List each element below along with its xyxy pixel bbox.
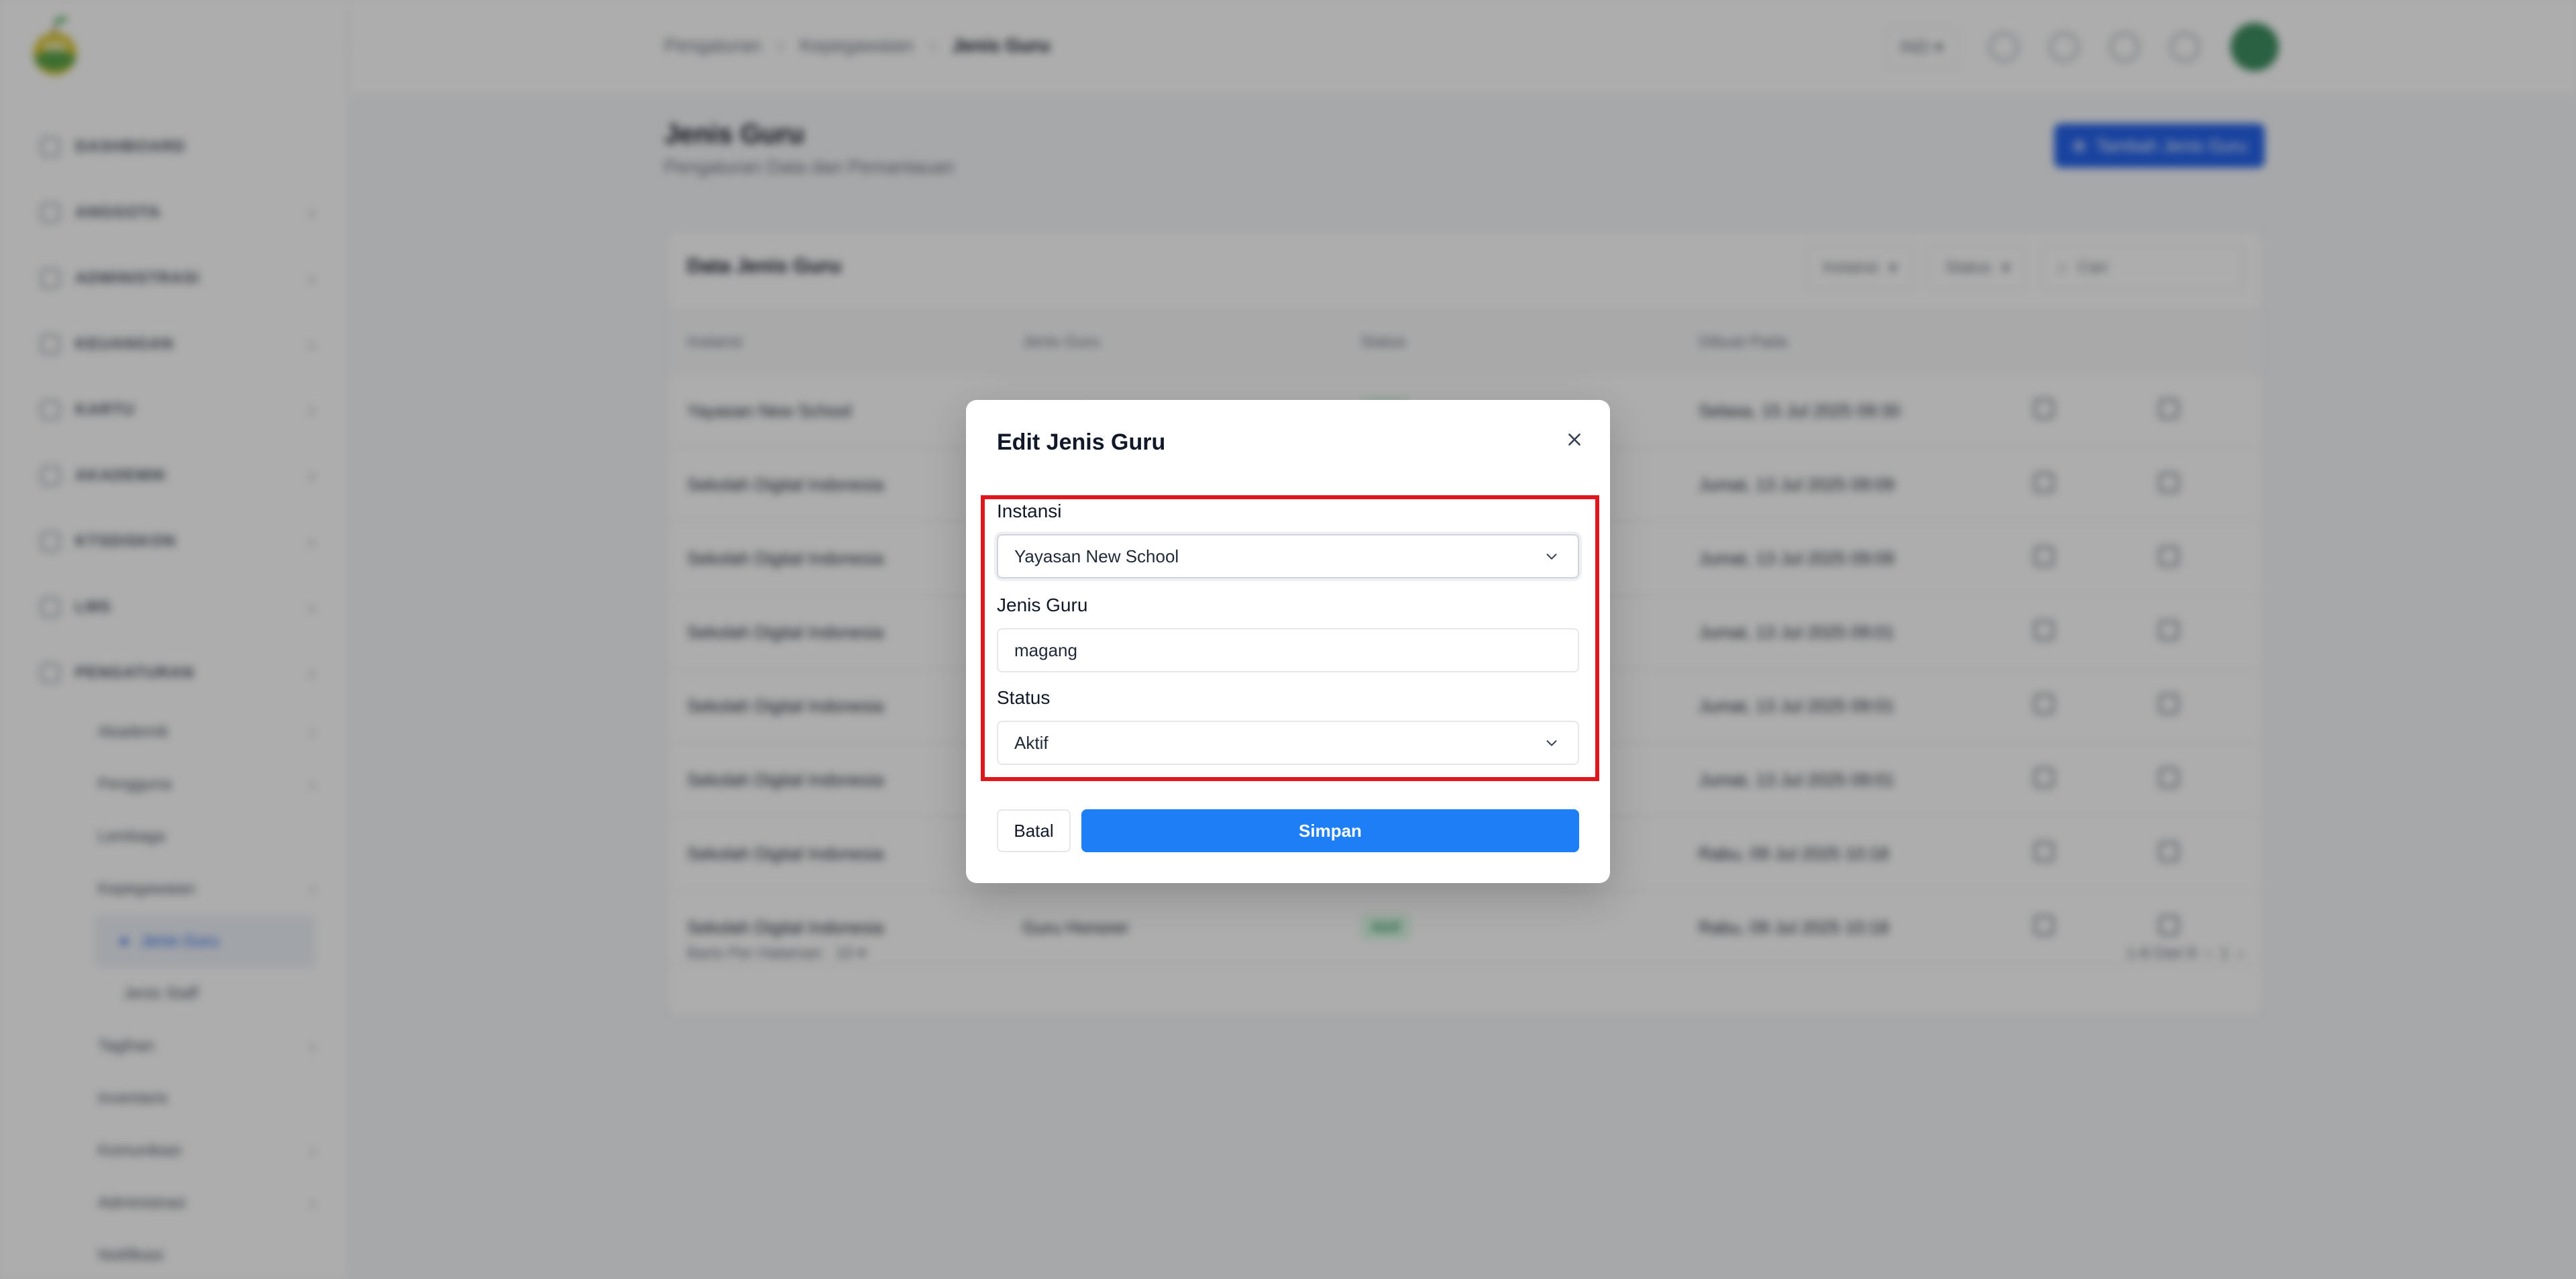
save-button[interactable]: Simpan: [1081, 809, 1579, 852]
jenis-guru-label: Jenis Guru: [997, 595, 1088, 615]
cancel-button[interactable]: Batal: [997, 809, 1071, 852]
status-select[interactable]: Aktif: [997, 721, 1579, 765]
modal-title: Edit Jenis Guru: [997, 429, 1166, 455]
chevron-down-icon: [1542, 733, 1562, 753]
instansi-label: Instansi: [997, 501, 1062, 521]
edit-jenis-guru-modal: Edit Jenis Guru Instansi Yayasan New Sch…: [966, 400, 1610, 883]
instansi-value: Yayasan New School: [1014, 546, 1179, 566]
close-icon[interactable]: [1559, 424, 1590, 455]
status-value: Aktif: [1014, 732, 1049, 753]
instansi-select[interactable]: Yayasan New School: [997, 534, 1579, 578]
chevron-down-icon: [1542, 546, 1562, 566]
jenis-guru-value: magang: [1014, 640, 1077, 660]
status-label: Status: [997, 687, 1051, 708]
jenis-guru-input[interactable]: magang: [997, 628, 1579, 672]
